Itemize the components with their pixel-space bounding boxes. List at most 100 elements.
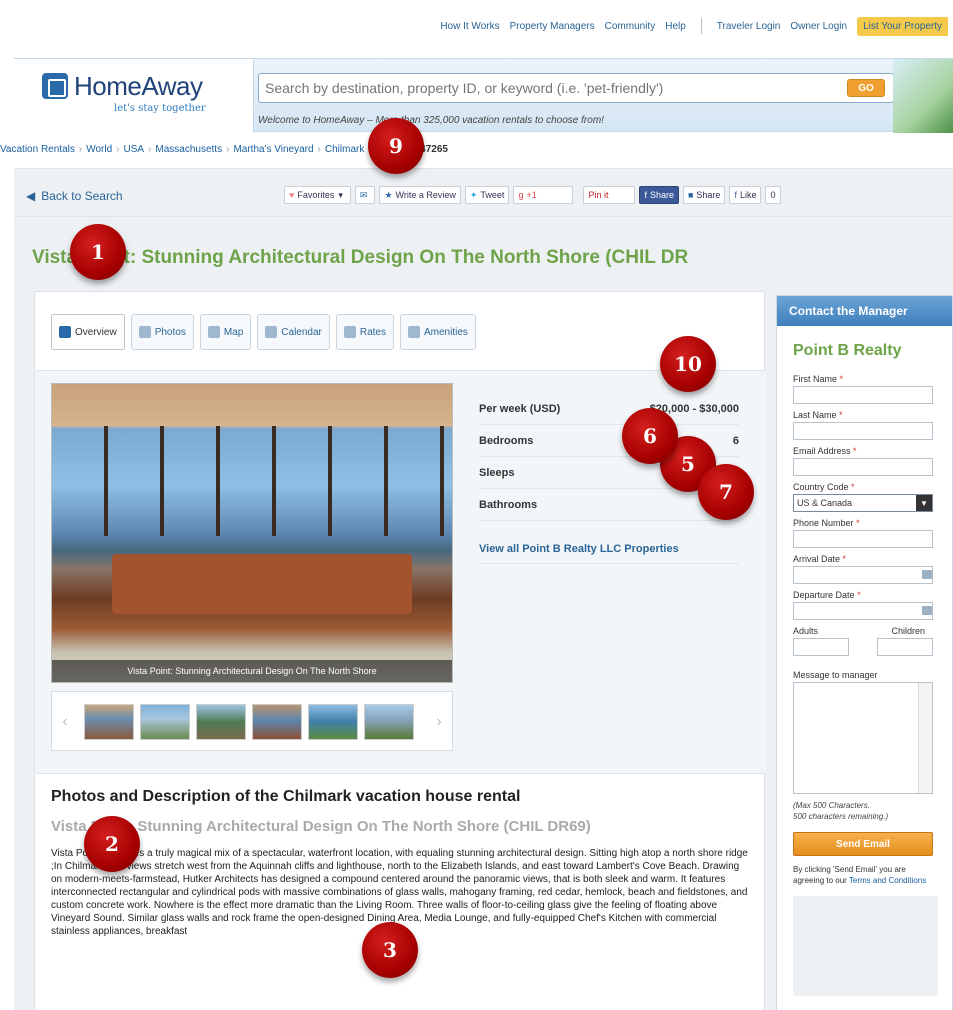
thumbnail[interactable]	[364, 704, 414, 740]
tab-amenities[interactable]: Amenities	[400, 314, 476, 350]
fact-value: 6	[732, 434, 739, 447]
calendar-icon[interactable]	[922, 570, 932, 579]
tab-photos-label: Photos	[154, 326, 186, 338]
nav-property-managers[interactable]: Property Managers	[510, 21, 595, 32]
write-review-button[interactable]: ★ Write a Review	[379, 186, 461, 204]
search-input[interactable]	[265, 76, 825, 100]
first-name-field[interactable]	[793, 386, 933, 404]
email-label: Email Address *	[793, 446, 857, 456]
marker-10: 10	[660, 336, 716, 392]
heart-icon: ♥	[289, 190, 295, 200]
stumble-share-button[interactable]: ■ Share	[682, 186, 726, 204]
phone-label: Phone Number *	[793, 518, 860, 528]
photo-sofa	[112, 554, 412, 614]
departure-date-field[interactable]	[793, 602, 933, 620]
chevron-down-icon: ▼	[916, 495, 932, 511]
email-field[interactable]	[793, 458, 933, 476]
country-code-select[interactable]: US & Canada ▼	[793, 494, 933, 512]
write-review-label: Write a Review	[395, 190, 456, 200]
thumbnail[interactable]	[252, 704, 302, 740]
list-your-property-button[interactable]: List Your Property	[857, 16, 948, 36]
terms-link[interactable]: Terms and Conditions	[849, 876, 926, 885]
adults-field[interactable]	[793, 638, 849, 656]
email-share-button[interactable]: ✉	[354, 186, 376, 204]
map-pin-icon	[207, 326, 220, 338]
arrival-date-field[interactable]	[793, 566, 933, 584]
arrival-date-label: Arrival Date *	[793, 554, 847, 564]
nav-community[interactable]: Community	[605, 21, 656, 32]
breadcrumb-chilmark[interactable]: Chilmark	[325, 144, 364, 155]
tab-calendar[interactable]: Calendar	[257, 314, 330, 350]
children-field[interactable]	[877, 638, 933, 656]
search-box: GO	[258, 73, 894, 103]
message-textarea[interactable]	[793, 682, 933, 794]
tab-photos[interactable]: Photos	[130, 314, 194, 350]
main-photo[interactable]: Vista Point: Stunning Architectural Desi…	[51, 383, 453, 683]
star-icon: ★	[384, 189, 393, 200]
tab-overview[interactable]: Overview	[51, 314, 125, 350]
envelope-icon: ✉	[359, 189, 368, 200]
thumbnail-list	[84, 704, 420, 740]
last-name-label: Last Name *	[793, 410, 843, 420]
google-plus-button[interactable]: g +1	[513, 186, 574, 204]
phone-field[interactable]	[793, 530, 933, 548]
share-label: Share	[696, 190, 721, 200]
welcome-text: Welcome to HomeAway – More than 325,000 …	[258, 115, 604, 126]
pin-it-button[interactable]: Pin it	[583, 186, 636, 204]
calendar-icon[interactable]	[922, 606, 932, 615]
tab-rates[interactable]: Rates	[335, 314, 394, 350]
nav-how-it-works[interactable]: How It Works	[440, 21, 499, 32]
favorites-label: Favorites	[297, 190, 335, 200]
facebook-like-button[interactable]: f Like	[729, 186, 762, 204]
thumbnail[interactable]	[84, 704, 134, 740]
breadcrumb-marthas-vineyard[interactable]: Martha's Vineyard	[233, 144, 313, 155]
back-to-search-link[interactable]: ◀ Back to Search	[26, 189, 123, 203]
marker-1: 1	[70, 224, 126, 280]
tweet-label: Tweet	[480, 190, 505, 200]
country-code-label: Country Code *	[793, 482, 855, 492]
calendar-icon	[265, 326, 278, 338]
facebook-share-label: Share	[649, 190, 674, 200]
character-limit-hint: (Max 500 Characters. 500 characters rema…	[793, 801, 889, 821]
breadcrumb-separator-icon: ›	[78, 144, 83, 155]
send-email-button[interactable]: Send Email	[793, 832, 933, 856]
traveler-login-link[interactable]: Traveler Login	[717, 21, 781, 32]
top-nav: How It Works Property Managers Community…	[0, 0, 953, 52]
breadcrumb-world[interactable]: World	[86, 144, 112, 155]
description-heading: Photos and Description of the Chilmark v…	[51, 788, 521, 805]
content-panel: ◀ Back to Search ♥ Favorites ▾ ✉ ★ Write…	[14, 168, 953, 1010]
manager-company-name: Point B Realty	[793, 342, 902, 359]
thumbnail[interactable]	[140, 704, 190, 740]
photo-caption: Vista Point: Stunning Architectural Desi…	[52, 660, 452, 682]
owner-login-link[interactable]: Owner Login	[790, 21, 847, 32]
breadcrumb-vacation-rentals[interactable]: Vacation Rentals	[0, 144, 75, 155]
logo[interactable]: HomeAway let's stay together	[14, 59, 254, 133]
marker-3: 3	[362, 922, 418, 978]
nav-divider	[700, 18, 702, 34]
nav-help[interactable]: Help	[665, 21, 686, 32]
listing-toolbar: ◀ Back to Search ♥ Favorites ▾ ✉ ★ Write…	[14, 169, 953, 217]
tab-map[interactable]: Map	[199, 314, 252, 350]
facebook-share-button[interactable]: f Share	[639, 186, 679, 204]
view-all-properties-link[interactable]: View all Point B Realty LLC Properties	[479, 543, 739, 564]
breadcrumb-massachusetts[interactable]: Massachusetts	[155, 144, 222, 155]
children-label: Children	[891, 626, 925, 636]
thumbnail[interactable]	[308, 704, 358, 740]
fact-label: Per week (USD)	[479, 402, 561, 415]
fact-label: Bathrooms	[479, 498, 538, 511]
tweet-button[interactable]: ✦ Tweet	[464, 186, 510, 204]
thumbnail[interactable]	[196, 704, 246, 740]
breadcrumb-separator-icon: ›	[317, 144, 321, 155]
favorites-button[interactable]: ♥ Favorites ▾	[284, 186, 351, 204]
logo-text: HomeAway	[74, 71, 203, 101]
tab-rates-label: Rates	[359, 326, 386, 338]
search-go-button[interactable]: GO	[847, 79, 885, 97]
top-nav-links: How It Works Property Managers Community…	[435, 16, 953, 36]
textarea-scrollbar[interactable]	[918, 683, 932, 793]
chevron-right-icon[interactable]: ›	[426, 692, 452, 752]
fact-label: Bedrooms	[479, 434, 534, 447]
chevron-left-icon[interactable]: ‹	[52, 692, 78, 752]
breadcrumb-usa[interactable]: USA	[123, 144, 144, 155]
last-name-field[interactable]	[793, 422, 933, 440]
arrival-date-wrap	[793, 564, 936, 584]
